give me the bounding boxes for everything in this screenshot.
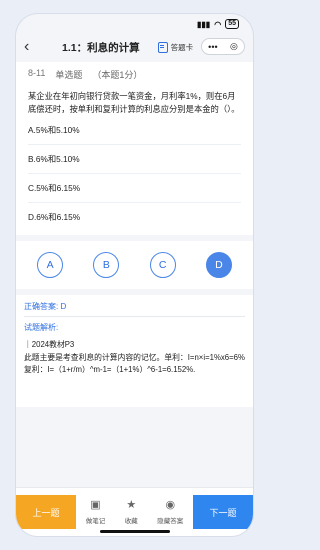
hide-answer-button[interactable]: ◉ 隐藏答案: [157, 498, 184, 525]
choice-d-button[interactable]: D: [205, 252, 232, 278]
choice-a-button[interactable]: A: [37, 252, 64, 278]
status-bar: ▮▮▮ ◠ 55: [16, 14, 253, 34]
choice-b-button[interactable]: B: [93, 252, 120, 278]
eye-icon: ◉: [165, 498, 176, 511]
battery-icon: 55: [225, 19, 239, 29]
question-score: （本题1分）: [92, 70, 143, 80]
phone-frame: ▮▮▮ ◠ 55 ‹ 1.1：利息的计算 答题卡 ••• ◎ 8-11 单选题 …: [16, 14, 253, 536]
answer-sheet-label: 答题卡: [170, 42, 194, 52]
bottom-toolbar: 上一题 ▣ 做笔记 ★ 收藏 ◉ 隐藏答案 下一题: [16, 487, 253, 536]
wifi-icon: ◠: [214, 19, 222, 29]
analysis-body: ｜2024教材P3 此题主要是考查利息的计算内容的记忆。单利：I=n×i=1%x…: [24, 340, 245, 374]
more-icon[interactable]: •••: [208, 42, 217, 52]
close-icon[interactable]: ◎: [230, 41, 238, 52]
note-label: 做笔记: [85, 517, 106, 525]
option-c[interactable]: C.5%和6.15%: [28, 174, 241, 203]
question-type: 单选题: [55, 70, 83, 80]
analysis-title: 试题解析:: [24, 323, 59, 332]
tool-group: ▣ 做笔记 ★ 收藏 ◉ 隐藏答案: [76, 498, 193, 525]
question-meta: 8-11 单选题 （本题1分）: [28, 68, 241, 81]
correct-answer: 正确答案: D: [24, 301, 245, 317]
back-icon[interactable]: ‹: [24, 38, 42, 56]
question-index: 8-11: [28, 68, 46, 78]
note-icon: ▣: [90, 498, 101, 511]
note-button[interactable]: ▣ 做笔记: [85, 498, 106, 525]
page-title: 1.1：利息的计算: [62, 41, 140, 54]
answer-sheet-button[interactable]: 答题卡: [157, 41, 194, 53]
option-b[interactable]: B.6%和5.10%: [28, 145, 241, 174]
star-icon: ★: [126, 498, 137, 511]
analysis-panel: 正确答案: D 试题解析: ｜2024教材P3 此题主要是考查利息的计算内容的记…: [16, 295, 253, 407]
miniprogram-capsule: ••• ◎: [201, 38, 245, 55]
question-card: 8-11 单选题 （本题1分） 某企业在年初向银行贷款一笔资金，月利率1%，则在…: [16, 62, 253, 235]
favorite-label: 收藏: [124, 517, 138, 525]
choice-c-button[interactable]: C: [149, 252, 176, 278]
next-question-button[interactable]: 下一题: [193, 495, 253, 529]
option-d[interactable]: D.6%和6.15%: [28, 203, 241, 231]
option-a[interactable]: A.5%和5.10%: [28, 116, 241, 145]
choice-buttons: A B C D: [16, 241, 253, 289]
prev-question-button[interactable]: 上一题: [16, 495, 76, 529]
home-indicator: [99, 530, 170, 533]
nav-bar: ‹ 1.1：利息的计算 答题卡 ••• ◎: [16, 34, 253, 60]
favorite-button[interactable]: ★ 收藏: [124, 498, 138, 525]
signal-icon: ▮▮▮: [197, 19, 211, 29]
answer-sheet-icon: [157, 41, 168, 53]
hide-answer-label: 隐藏答案: [157, 517, 184, 525]
question-text: 某企业在年初向银行贷款一笔资金，月利率1%，则在6月底偿还时，按单利和复利计算的…: [28, 91, 240, 114]
